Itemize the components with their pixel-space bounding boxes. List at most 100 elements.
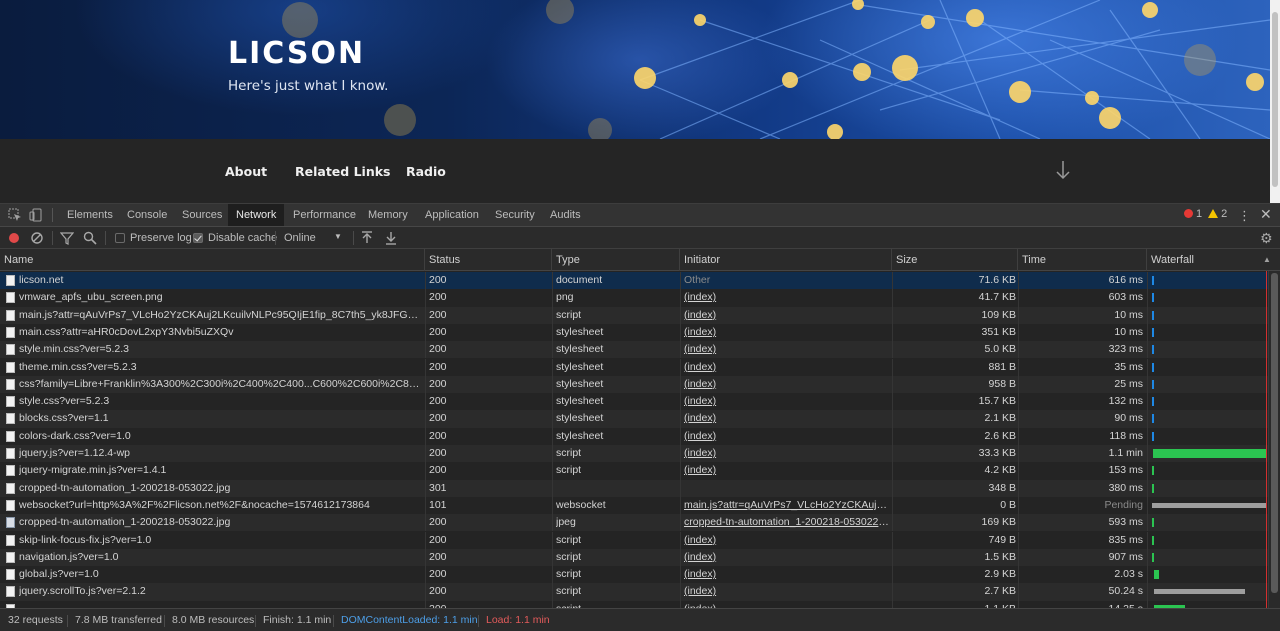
- scroll-down-arrow-icon[interactable]: [1055, 159, 1071, 181]
- waterfall-bar[interactable]: [1152, 276, 1154, 285]
- column-header-name[interactable]: Name: [0, 249, 425, 271]
- waterfall-bar[interactable]: [1152, 327, 1154, 337]
- import-har-icon[interactable]: [360, 231, 374, 245]
- request-row[interactable]: blocks.css?ver=1.1 200 stylesheet (index) 2.…: [0, 410, 1268, 428]
- request-row[interactable]: css?family=Libre+Franklin%3A300%2C300i%2…: [0, 375, 1268, 394]
- network-settings-gear-icon[interactable]: ⚙: [1260, 230, 1273, 247]
- sort-ascending-icon[interactable]: ▲: [1263, 255, 1271, 264]
- waterfall-bar[interactable]: [1152, 379, 1154, 389]
- waterfall-bar[interactable]: [1152, 431, 1154, 441]
- request-initiator[interactable]: (index): [684, 532, 889, 549]
- request-initiator[interactable]: (index): [684, 376, 889, 393]
- waterfall-bar[interactable]: [1152, 310, 1154, 320]
- preserve-log-label[interactable]: Preserve log: [130, 232, 192, 244]
- request-row[interactable]: jquery.js?ver=1.12.4-wp 200 script (index) 3…: [0, 445, 1268, 463]
- device-toolbar-icon[interactable]: [29, 208, 43, 222]
- filter-icon[interactable]: [60, 231, 74, 245]
- waterfall-bar[interactable]: [1152, 552, 1155, 562]
- column-header-size[interactable]: Size: [892, 249, 1018, 271]
- waterfall-bar[interactable]: [1152, 483, 1154, 493]
- issues-counter[interactable]: 12: [1184, 208, 1227, 220]
- request-initiator[interactable]: (index): [684, 601, 889, 608]
- export-har-icon[interactable]: [384, 231, 398, 245]
- request-row[interactable]: cropped-tn-automation_1-200218-053022.jp…: [0, 479, 1268, 497]
- more-options-icon[interactable]: ⋮: [1238, 208, 1251, 224]
- column-header-waterfall[interactable]: Waterfall: [1147, 249, 1268, 271]
- request-row[interactable]: main.js?attr=qAuVrPs7_VLcHo2YzCKAuj2LKcu…: [0, 306, 1268, 324]
- request-initiator[interactable]: (index): [684, 566, 889, 583]
- request-row[interactable]: theme.min.css?ver=5.2.3 200 stylesheet (ind…: [0, 358, 1268, 376]
- tab-audits[interactable]: Audits: [542, 204, 589, 226]
- waterfall-bar[interactable]: [1152, 345, 1154, 355]
- waterfall-bar[interactable]: [1152, 293, 1154, 303]
- record-icon[interactable]: [9, 233, 19, 243]
- request-initiator[interactable]: (index): [684, 549, 889, 566]
- request-row[interactable]: style.css?ver=5.2.3 200 stylesheet (index) 1…: [0, 393, 1268, 411]
- column-header-time[interactable]: Time: [1018, 249, 1147, 271]
- request-row[interactable]: skip-link-focus-fix.js?ver=1.0 200 script (…: [0, 531, 1268, 549]
- request-row[interactable]: jquery.scrollTo.js?ver=2.1.2 200 script (in…: [0, 583, 1268, 601]
- request-initiator[interactable]: (index): [684, 410, 889, 427]
- tab-security[interactable]: Security: [487, 204, 543, 226]
- column-header-type[interactable]: Type: [552, 249, 680, 271]
- chevron-down-icon[interactable]: ▼: [334, 232, 342, 241]
- request-initiator[interactable]: (index): [684, 341, 889, 358]
- request-initiator[interactable]: (index): [684, 324, 889, 341]
- request-initiator[interactable]: (index): [684, 445, 889, 462]
- site-title[interactable]: LICSON: [228, 36, 365, 71]
- request-row[interactable]: global.js?ver=1.0 200 script (index) 2.9 KB 2…: [0, 566, 1268, 584]
- request-initiator[interactable]: cropped-tn-automation_1-200218-053022.jp…: [684, 514, 889, 531]
- waterfall-bar[interactable]: [1152, 397, 1154, 407]
- request-initiator[interactable]: (index): [684, 289, 889, 306]
- search-icon[interactable]: [83, 231, 97, 245]
- waterfall-bar[interactable]: [1154, 589, 1246, 595]
- disable-cache-checkbox[interactable]: [193, 233, 203, 243]
- column-header-status[interactable]: Status: [425, 249, 552, 271]
- waterfall-bar[interactable]: [1152, 414, 1154, 424]
- request-row[interactable]: websocket?url=http%3A%2F%2Flicson.net%2F…: [0, 496, 1268, 515]
- preserve-log-checkbox[interactable]: [115, 233, 125, 243]
- nav-link-related-links[interactable]: Related Links: [295, 164, 390, 179]
- waterfall-bar[interactable]: [1152, 466, 1154, 476]
- tab-console[interactable]: Console: [119, 204, 175, 226]
- request-initiator[interactable]: (index): [684, 462, 889, 479]
- page-scrollbar-thumb[interactable]: [1272, 12, 1278, 187]
- request-row[interactable]: main.css?attr=aHR0cDovL2xpY3Nvbi5uZXQv 20…: [0, 323, 1268, 342]
- request-list-scrollbar[interactable]: [1268, 271, 1280, 608]
- request-row[interactable]: jquery-migrate.min.js?ver=1.4.1 200 script…: [0, 462, 1268, 480]
- request-initiator[interactable]: (index): [684, 583, 889, 600]
- column-header-initiator[interactable]: Initiator: [680, 249, 892, 271]
- waterfall-bar[interactable]: [1152, 535, 1154, 545]
- waterfall-bar[interactable]: [1152, 362, 1154, 372]
- nav-link-about[interactable]: About: [225, 164, 267, 179]
- tab-network[interactable]: Network: [228, 204, 285, 226]
- request-initiator[interactable]: (index): [684, 359, 889, 376]
- request-initiator[interactable]: (index): [684, 307, 889, 324]
- waterfall-bar[interactable]: [1152, 502, 1266, 508]
- request-list-scrollbar-thumb[interactable]: [1271, 273, 1278, 593]
- tab-elements[interactable]: Elements: [59, 204, 121, 226]
- request-row[interactable]: style.min.css?ver=5.2.3 200 stylesheet (ind…: [0, 341, 1268, 359]
- request-initiator[interactable]: main.js?attr=qAuVrPs7_VLcHo2YzCKAuj2LKc.…: [684, 497, 889, 514]
- waterfall-bar[interactable]: [1154, 570, 1159, 580]
- disable-cache-label[interactable]: Disable cache: [208, 232, 277, 244]
- page-scrollbar[interactable]: [1270, 0, 1280, 203]
- close-devtools-icon[interactable]: ✕: [1260, 206, 1272, 223]
- clear-icon[interactable]: [30, 231, 44, 245]
- request-row[interactable]: licson.net 200 document Other 71.6 KB 616 ms: [0, 272, 1268, 290]
- tab-sources[interactable]: Sources: [174, 204, 230, 226]
- request-initiator[interactable]: (index): [684, 428, 889, 445]
- request-row[interactable]: colors-dark.css?ver=1.0 200 stylesheet (ind…: [0, 427, 1268, 445]
- throttling-select[interactable]: Online: [284, 232, 316, 244]
- request-row[interactable]: vmware_apfs_ubu_screen.png 200 png (index) 4…: [0, 289, 1268, 307]
- tab-performance[interactable]: Performance: [285, 204, 364, 226]
- waterfall-bar[interactable]: [1153, 449, 1266, 458]
- tab-memory[interactable]: Memory: [360, 204, 416, 226]
- request-row[interactable]: navigation.js?ver=1.0 200 script (index) 1.5…: [0, 548, 1268, 567]
- request-row[interactable]: cropped-tn-automation_1-200218-053022.jp…: [0, 514, 1268, 532]
- request-initiator[interactable]: (index): [684, 393, 889, 410]
- waterfall-bar[interactable]: [1152, 518, 1154, 528]
- inspect-element-icon[interactable]: [8, 208, 22, 222]
- tab-application[interactable]: Application: [417, 204, 487, 226]
- nav-link-radio[interactable]: Radio: [406, 164, 446, 179]
